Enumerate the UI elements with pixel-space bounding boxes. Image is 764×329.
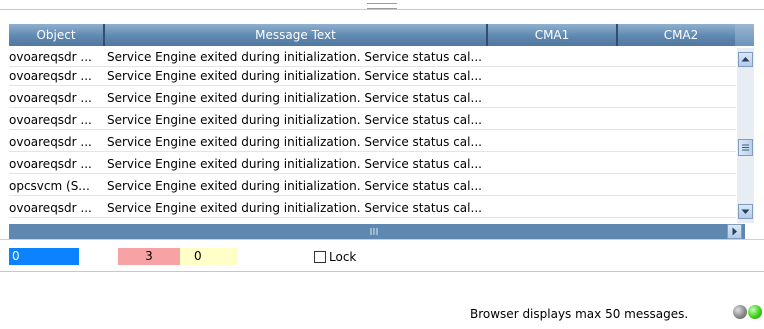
vertical-scrollbar[interactable]	[737, 48, 754, 223]
message-row[interactable]: ovoareqsdr ... Service Engine exited dur…	[9, 199, 736, 218]
cell-object: ovoareqsdr ...	[9, 50, 92, 64]
cell-message: Service Engine exited during initializat…	[107, 113, 482, 127]
cell-object: ovoareqsdr ...	[9, 91, 92, 105]
cell-object: ovoareqsdr ...	[9, 201, 92, 215]
message-grid: ovoareqsdr ... Service Engine exited dur…	[9, 48, 736, 222]
cell-message: Service Engine exited during initializat…	[107, 201, 482, 215]
bottom-divider	[0, 271, 764, 272]
arrow-down-icon	[741, 209, 750, 214]
horizontal-scrollbar[interactable]	[9, 224, 745, 239]
counter-red: 3	[118, 248, 180, 265]
cell-object: ovoareqsdr ...	[9, 135, 92, 149]
status-light-gray-icon	[733, 305, 747, 319]
header-corner	[735, 24, 754, 46]
arrow-right-icon	[732, 227, 737, 236]
lock-checkbox[interactable]: Lock	[314, 248, 356, 265]
message-row[interactable]: opcsvcm (S... Service Engine exited duri…	[9, 177, 736, 196]
column-header-cma1[interactable]: CMA1	[488, 24, 618, 46]
counter-blue: 0	[9, 248, 79, 265]
cell-message: Service Engine exited during initializat…	[107, 157, 482, 171]
cell-message: Service Engine exited during initializat…	[107, 69, 482, 83]
top-divider	[0, 9, 764, 10]
lock-label: Lock	[329, 249, 357, 264]
scroll-down-button[interactable]	[738, 204, 753, 219]
arrow-up-icon	[741, 57, 750, 62]
status-light-green-icon	[748, 305, 762, 319]
counter-yellow: 0	[180, 248, 238, 265]
message-row[interactable]: ovoareqsdr ... Service Engine exited dur…	[9, 48, 736, 67]
grip-icon	[742, 144, 749, 151]
grip-icon	[370, 228, 378, 235]
column-header-cma2[interactable]: CMA2	[618, 24, 744, 46]
scroll-right-button[interactable]	[727, 224, 742, 239]
cell-object: opcsvcm (S...	[9, 179, 90, 193]
cell-object: ovoareqsdr ...	[9, 69, 92, 83]
status-message: Browser displays max 50 messages.	[470, 307, 689, 321]
cell-object: ovoareqsdr ...	[9, 113, 92, 127]
message-row[interactable]: ovoareqsdr ... Service Engine exited dur…	[9, 111, 736, 130]
grid-header: Object Message Text CMA1 CMA2	[9, 24, 745, 46]
vertical-scroll-thumb[interactable]	[738, 139, 753, 156]
message-row[interactable]: ovoareqsdr ... Service Engine exited dur…	[9, 67, 736, 86]
cell-message: Service Engine exited during initializat…	[107, 91, 482, 105]
grid-divider	[0, 239, 764, 240]
scroll-up-button[interactable]	[738, 52, 753, 67]
cell-message: Service Engine exited during initializat…	[107, 179, 482, 193]
column-header-object[interactable]: Object	[9, 24, 105, 46]
message-row[interactable]: ovoareqsdr ... Service Engine exited dur…	[9, 133, 736, 152]
checkbox-box[interactable]	[314, 250, 326, 263]
cell-message: Service Engine exited during initializat…	[107, 135, 482, 149]
cell-message: Service Engine exited during initializat…	[107, 50, 482, 64]
message-row[interactable]: ovoareqsdr ... Service Engine exited dur…	[9, 89, 736, 108]
message-row[interactable]: ovoareqsdr ... Service Engine exited dur…	[9, 155, 736, 174]
cell-object: ovoareqsdr ...	[9, 157, 92, 171]
column-header-message-text[interactable]: Message Text	[105, 24, 488, 46]
